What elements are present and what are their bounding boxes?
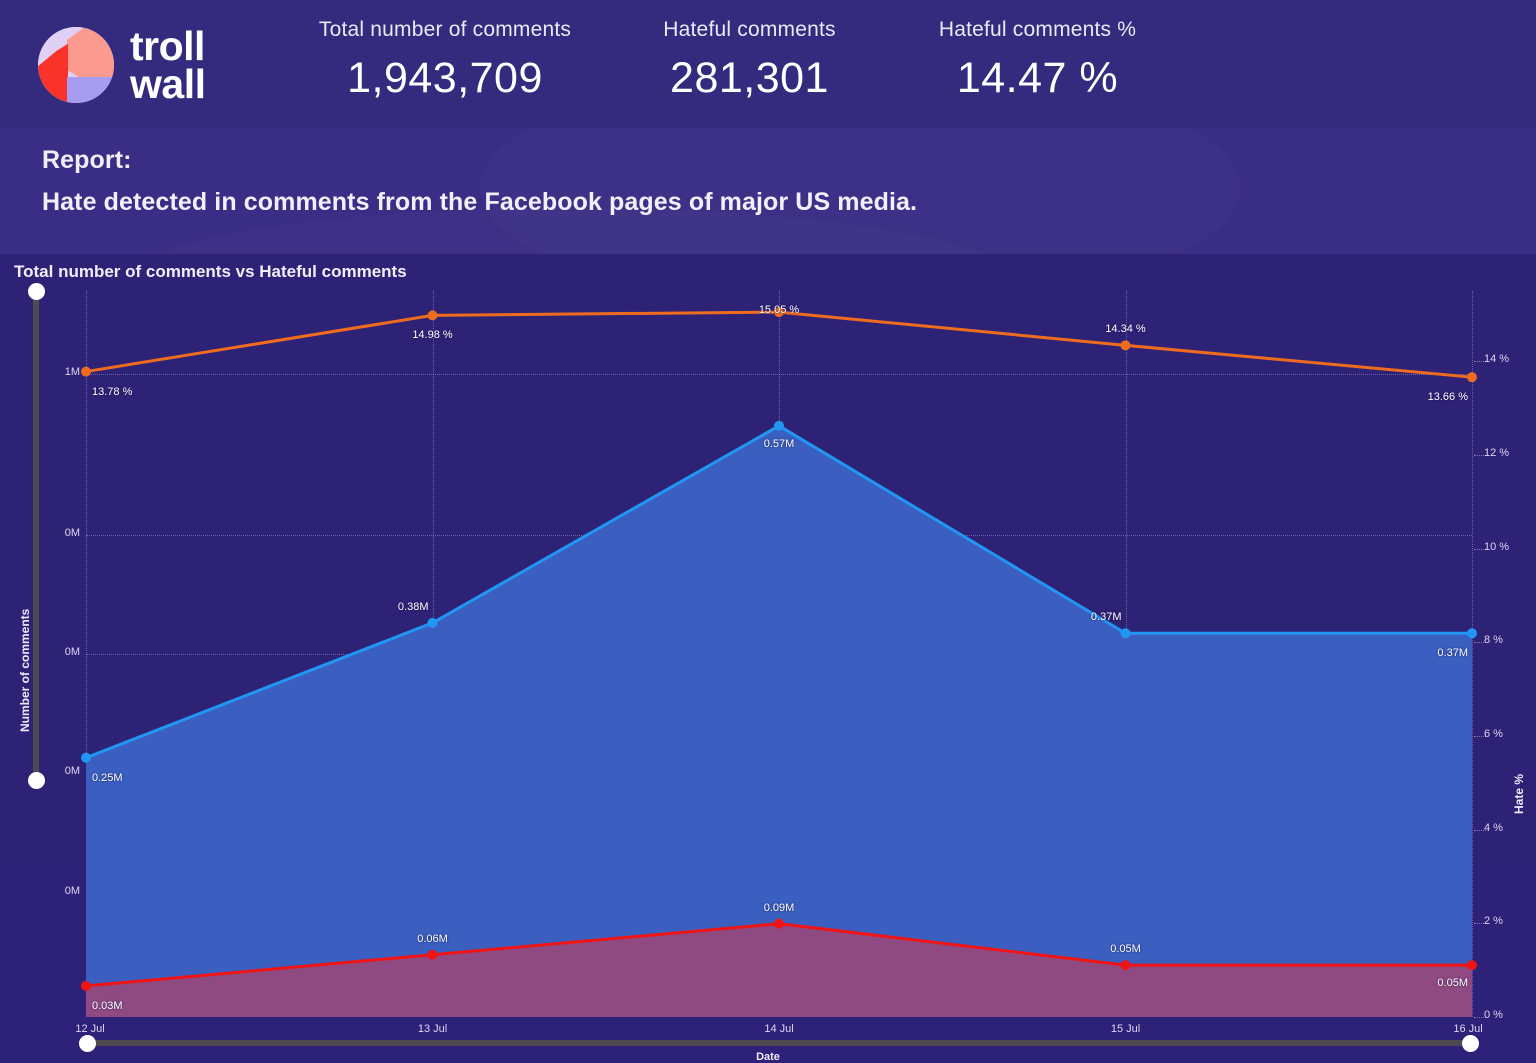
y-axis-right-tick-mark (1474, 1017, 1486, 1018)
y-axis-right-tick-label: 14 % (1484, 353, 1510, 366)
data-label-hateful-comments: 0.09M (763, 901, 795, 914)
x-axis-slider-knob-right[interactable] (1462, 1034, 1479, 1052)
point-total-comments[interactable] (1120, 628, 1131, 639)
x-axis-tick-label: 13 Jul (417, 1023, 448, 1035)
y-axis-left-tick-label: 0M (64, 884, 80, 897)
point-hateful-comments[interactable] (1467, 960, 1477, 971)
y-axis-right-tick-label: 4 % (1484, 821, 1503, 834)
header-bar: troll wall Total number of comments 1,94… (0, 0, 1536, 128)
x-axis-title: Date (756, 1051, 780, 1063)
x-axis-slider-knob-left[interactable] (79, 1034, 96, 1052)
stat-total-comments-label: Total number of comments (318, 18, 572, 41)
point-hate-rate[interactable] (81, 366, 91, 377)
y-axis-right-tick-mark (1474, 454, 1486, 456)
stat-hateful-percent-label: Hateful comments % (938, 18, 1137, 41)
report-label: Report: (42, 146, 132, 174)
y-axis-left-title: Number of comments (18, 608, 32, 732)
y-axis-right-tick-label: 6 % (1484, 727, 1503, 740)
stat-total-comments-value: 1,943,709 (347, 54, 543, 102)
y-axis-right-tick-mark (1474, 735, 1486, 737)
y-axis-right-tick-mark (1474, 548, 1486, 550)
plot-inner: 1M 0M 0M 0M 0M 14 % 12 % 10 % 8 % 6 % 4 % 2 % 0 % 12 … (65, 291, 1509, 1035)
y-axis-right-tick-mark (1474, 829, 1486, 831)
data-label-hate-rate: 14.98 % (412, 329, 453, 342)
stat-hateful-percent-value: 14.47 % (956, 54, 1119, 102)
data-label-total-comments: 0.38M (397, 600, 429, 613)
line-hate-rate (86, 312, 1472, 377)
point-total-comments[interactable] (774, 420, 784, 431)
stat-hateful-comments-label: Hateful comments (663, 18, 836, 41)
report-header: Report: Hate detected in comments from t… (0, 128, 1536, 254)
data-label-total-comments: 0.25M (92, 771, 123, 784)
data-label-hateful-comments: 0.05M (1437, 977, 1468, 990)
y-axis-left-tick-label: 0M (64, 765, 80, 778)
y-axis-left-tick-label: 1M (64, 365, 80, 378)
point-hateful-comments[interactable] (774, 918, 784, 929)
y-axis-right-tick-label: 0 % (1484, 1009, 1503, 1021)
data-label-total-comments: 0.37M (1437, 647, 1468, 660)
point-hate-rate[interactable] (1120, 340, 1131, 351)
plot-area: 1M 0M 0M 0M 0M 14 % 12 % 10 % 8 % 6 % 4 % 2 % 0 % 12 … (65, 291, 1509, 1035)
x-axis-tick-label: 16 Jul (1453, 1023, 1483, 1035)
gridline-vertical (1472, 291, 1473, 1017)
stat-total-comments: Total number of comments 1,943,709 (300, 18, 590, 103)
point-hateful-comments[interactable] (1120, 960, 1131, 971)
data-label-hateful-comments: 0.05M (1110, 943, 1141, 956)
brand-wordmark: troll wall (130, 26, 206, 107)
y-axis-right-tick-mark (1474, 642, 1486, 644)
y-axis-right-tick-mark (1474, 361, 1486, 363)
y-axis-right-tick-label: 2 % (1484, 915, 1503, 928)
data-label-total-comments: 0.57M (763, 437, 795, 450)
x-axis-tick-label: 15 Jul (1110, 1023, 1141, 1035)
data-label-hate-rate: 15.05 % (758, 304, 800, 317)
data-label-hateful-comments: 0.03M (92, 999, 123, 1012)
trollwall-circle-logo-icon (38, 27, 114, 103)
point-hate-rate[interactable] (427, 310, 438, 321)
point-hateful-comments[interactable] (81, 980, 91, 991)
logo-segment-periwinkle (66, 77, 114, 103)
point-hate-rate[interactable] (1467, 372, 1477, 383)
x-axis-tick-label: 14 Jul (764, 1023, 794, 1035)
x-axis-range-slider[interactable] (79, 1034, 1479, 1052)
data-label-hateful-comments: 0.06M (417, 932, 448, 945)
y-axis-left-tick-label: 0M (64, 526, 80, 539)
chart-panel: Total number of comments vs Hateful comm… (0, 254, 1536, 1063)
stat-hateful-comments-value: 281,301 (670, 54, 829, 102)
y-axis-right-tick-label: 8 % (1484, 634, 1503, 647)
data-label-total-comments: 0.37M (1090, 611, 1122, 624)
point-total-comments[interactable] (1467, 628, 1477, 639)
stat-hateful-percent: Hateful comments % 14.47 % (905, 18, 1170, 103)
data-label-hate-rate: 13.78 % (92, 385, 133, 398)
y-axis-right-tick-label: 12 % (1484, 446, 1510, 459)
brand-logo[interactable]: troll wall (38, 26, 253, 104)
point-total-comments[interactable] (427, 617, 438, 628)
y-axis-right-title: Hate % (1512, 773, 1526, 814)
y-axis-right-tick-label: 10 % (1484, 540, 1510, 553)
point-total-comments[interactable] (81, 752, 91, 763)
data-label-hate-rate: 14.34 % (1105, 323, 1146, 336)
stat-hateful-comments: Hateful comments 281,301 (612, 18, 887, 103)
point-hateful-comments[interactable] (427, 949, 438, 960)
y-axis-slider-knob-top[interactable] (27, 283, 45, 300)
y-axis-left-tick-label: 0M (64, 646, 80, 658)
y-axis-right-tick-mark (1474, 923, 1486, 925)
data-label-hate-rate: 13.66 % (1427, 391, 1468, 404)
report-title: Hate detected in comments from the Faceb… (42, 188, 918, 216)
brand-wordmark-line2: wall (130, 60, 206, 107)
x-axis-tick-label: 12 Jul (75, 1023, 105, 1035)
chart-title: Total number of comments vs Hateful comm… (14, 262, 407, 281)
